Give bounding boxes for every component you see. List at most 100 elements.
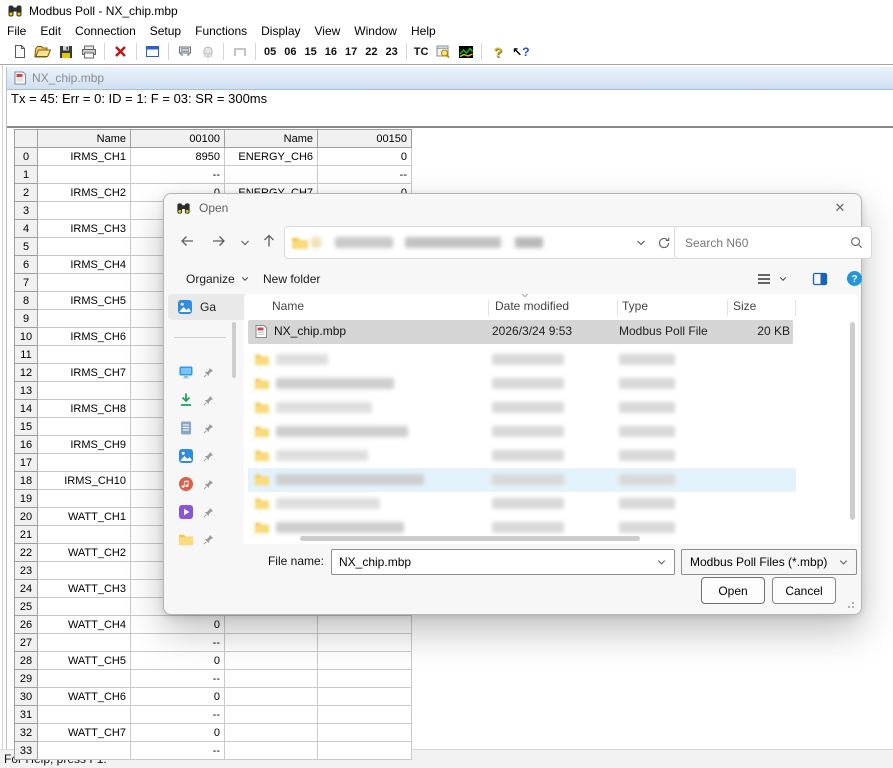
grid-cell-row-number[interactable]: 32 bbox=[15, 724, 38, 742]
grid-cell-name-1[interactable] bbox=[38, 454, 131, 472]
grid-cell-row-number[interactable]: 12 bbox=[15, 364, 38, 382]
sidebar-item-documents[interactable] bbox=[178, 420, 214, 436]
grid-cell-name-1[interactable] bbox=[38, 742, 131, 760]
grid-cell-name-1[interactable]: IRMS_CH9 bbox=[38, 436, 131, 454]
grid-cell-row-number[interactable]: 4 bbox=[15, 220, 38, 238]
grid-row-31[interactable]: 31-- bbox=[15, 706, 412, 724]
sidebar-item-downloads[interactable] bbox=[178, 392, 214, 408]
grid-cell-name-1[interactable]: IRMS_CH10 bbox=[38, 472, 131, 490]
grid-cell-value-00150[interactable] bbox=[318, 688, 412, 706]
grid-cell-row-number[interactable]: 2 bbox=[15, 184, 38, 202]
folder-row-blurred[interactable] bbox=[248, 444, 793, 468]
file-name-input[interactable] bbox=[332, 554, 656, 570]
grid-cell-value-00150[interactable] bbox=[318, 652, 412, 670]
forward-icon[interactable] bbox=[208, 230, 230, 252]
grid-cell-name-2[interactable]: ENERGY_CH6 bbox=[225, 148, 318, 166]
menu-item-window[interactable]: Window bbox=[347, 24, 404, 38]
help-icon[interactable]: ? bbox=[486, 42, 509, 62]
close-icon[interactable]: ✕ bbox=[831, 199, 849, 217]
open-button[interactable]: Open bbox=[701, 577, 765, 604]
grid-cell-name-2[interactable] bbox=[225, 670, 318, 688]
grid-cell-row-number[interactable]: 1 bbox=[15, 166, 38, 184]
grid-cell-name-2[interactable] bbox=[225, 724, 318, 742]
up-icon[interactable] bbox=[258, 230, 280, 252]
folder-row-blurred[interactable] bbox=[248, 420, 793, 444]
grid-cell-row-number[interactable]: 6 bbox=[15, 256, 38, 274]
grid-cell-name-1[interactable]: IRMS_CH6 bbox=[38, 328, 131, 346]
grid-cell-row-number[interactable]: 8 bbox=[15, 292, 38, 310]
grid-cell-name-1[interactable] bbox=[38, 490, 131, 508]
comm-traffic-icon[interactable] bbox=[173, 42, 196, 62]
grid-cell-name-2[interactable] bbox=[225, 634, 318, 652]
grid-cell-row-number[interactable]: 24 bbox=[15, 580, 38, 598]
grid-cell-row-number[interactable]: 16 bbox=[15, 436, 38, 454]
grid-cell-row-number[interactable]: 27 bbox=[15, 634, 38, 652]
grid-row-1[interactable]: 1---- bbox=[15, 166, 412, 184]
grid-cell-value-00100[interactable]: -- bbox=[131, 742, 225, 760]
grid-cell-row-number[interactable]: 5 bbox=[15, 238, 38, 256]
grid-cell-name-1[interactable]: WATT_CH6 bbox=[38, 688, 131, 706]
file-name-combobox[interactable] bbox=[331, 549, 675, 575]
folder-row-blurred[interactable] bbox=[248, 492, 793, 516]
grid-cell-name-1[interactable]: IRMS_CH7 bbox=[38, 364, 131, 382]
menu-item-connection[interactable]: Connection bbox=[68, 24, 143, 38]
menu-item-file[interactable]: File bbox=[0, 24, 33, 38]
read-write-definition-icon[interactable] bbox=[141, 42, 164, 62]
grid-cell-name-1[interactable]: WATT_CH7 bbox=[38, 724, 131, 742]
grid-cell-row-number[interactable]: 21 bbox=[15, 526, 38, 544]
grid-cell-value-00100[interactable]: 0 bbox=[131, 688, 225, 706]
grid-cell-name-1[interactable] bbox=[38, 166, 131, 184]
column-separator[interactable] bbox=[617, 300, 618, 316]
grid-cell-value-00100[interactable]: -- bbox=[131, 670, 225, 688]
grid-cell-name-1[interactable]: IRMS_CH3 bbox=[38, 220, 131, 238]
sidebar-item-music[interactable] bbox=[178, 476, 214, 492]
sidebar-item-gallery[interactable]: Ga bbox=[168, 294, 248, 320]
grid-cell-name-1[interactable] bbox=[38, 634, 131, 652]
search-input[interactable] bbox=[683, 235, 850, 251]
grid-cell-name-1[interactable]: WATT_CH1 bbox=[38, 508, 131, 526]
grid-cell-row-number[interactable]: 28 bbox=[15, 652, 38, 670]
grid-cell-name-1[interactable]: IRMS_CH1 bbox=[38, 148, 131, 166]
print-icon[interactable] bbox=[77, 42, 100, 62]
folder-row-blurred[interactable] bbox=[248, 468, 796, 492]
grid-row-32[interactable]: 32WATT_CH70 bbox=[15, 724, 412, 742]
grid-cell-row-number[interactable]: 33 bbox=[15, 742, 38, 760]
grid-cell-value-00100[interactable]: -- bbox=[131, 634, 225, 652]
file-name-chevron-icon[interactable] bbox=[656, 557, 667, 568]
new-file-icon[interactable] bbox=[8, 42, 31, 62]
sidebar-scrollbar[interactable] bbox=[232, 322, 236, 378]
grid-cell-row-number[interactable]: 13 bbox=[15, 382, 38, 400]
grid-cell-name-1[interactable]: WATT_CH5 bbox=[38, 652, 131, 670]
menu-item-setup[interactable]: Setup bbox=[143, 24, 188, 38]
grid-cell-row-number[interactable]: 30 bbox=[15, 688, 38, 706]
grid-row-30[interactable]: 30WATT_CH60 bbox=[15, 688, 412, 706]
function-16-button[interactable]: 16 bbox=[321, 46, 341, 58]
function-23-button[interactable]: 23 bbox=[382, 46, 402, 58]
chart-icon[interactable] bbox=[454, 42, 477, 62]
grid-cell-name-1[interactable]: WATT_CH2 bbox=[38, 544, 131, 562]
grid-cell-value-00100[interactable]: -- bbox=[131, 166, 225, 184]
function-17-button[interactable]: 17 bbox=[341, 46, 361, 58]
refresh-icon[interactable] bbox=[657, 236, 671, 250]
test-center-button[interactable]: TC bbox=[411, 46, 432, 58]
grid-row-29[interactable]: 29-- bbox=[15, 670, 412, 688]
folder-row-blurred[interactable] bbox=[248, 372, 793, 396]
grid-cell-value-00150[interactable]: 0 bbox=[318, 148, 412, 166]
grid-cell-row-number[interactable]: 14 bbox=[15, 400, 38, 418]
grid-cell-name-2[interactable] bbox=[225, 616, 318, 634]
column-header-type[interactable]: Type bbox=[622, 299, 648, 313]
menu-item-view[interactable]: View bbox=[308, 24, 348, 38]
grid-cell-row-number[interactable]: 3 bbox=[15, 202, 38, 220]
grid-cell-row-number[interactable]: 19 bbox=[15, 490, 38, 508]
grid-cell-value-00100[interactable]: -- bbox=[131, 706, 225, 724]
grid-cell-row-number[interactable]: 7 bbox=[15, 274, 38, 292]
folder-row-blurred[interactable] bbox=[248, 348, 793, 372]
sidebar-item-desktop[interactable] bbox=[178, 364, 214, 380]
column-separator[interactable] bbox=[727, 300, 728, 316]
address-bar[interactable] bbox=[284, 226, 678, 259]
file-list-vertical-scrollbar[interactable] bbox=[850, 322, 855, 520]
organize-button[interactable]: Organize bbox=[186, 272, 250, 286]
details-view-icon[interactable] bbox=[756, 271, 772, 287]
grid-cell-row-number[interactable]: 25 bbox=[15, 598, 38, 616]
column-header-size[interactable]: Size bbox=[733, 299, 756, 313]
